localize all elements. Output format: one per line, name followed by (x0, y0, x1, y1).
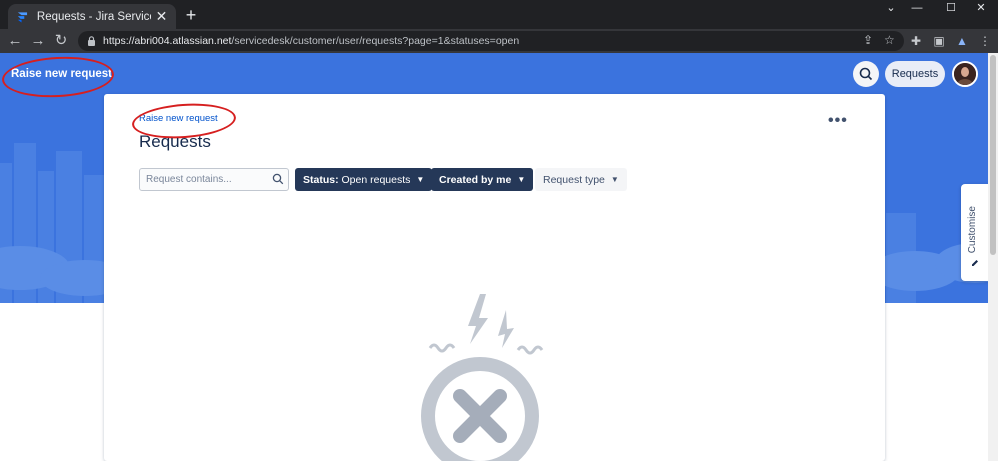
new-tab-icon[interactable]: + (182, 5, 200, 26)
requests-nav-button[interactable]: Requests (885, 61, 945, 87)
search-icon (859, 67, 873, 81)
address-bar[interactable]: https://abri004.atlassian.net/servicedes… (78, 31, 904, 51)
chevron-down-icon: ▼ (416, 175, 425, 184)
close-tab-icon[interactable]: ✕ (155, 8, 168, 25)
lock-icon (88, 36, 95, 46)
browser-tab[interactable]: Requests - Jira Service Managem ✕ (8, 4, 176, 29)
status-filter-value: Open requests (341, 173, 411, 186)
created-by-filter[interactable]: Created by me ▼ (431, 168, 534, 191)
empty-state-icon (421, 294, 544, 461)
header-search-button[interactable] (853, 61, 879, 87)
window-close-icon[interactable]: ✕ (964, 0, 998, 16)
customise-tab[interactable]: Customise (961, 184, 989, 281)
status-filter[interactable]: Status: Open requests ▼ (295, 168, 433, 191)
created-by-label: Created by me (439, 173, 512, 186)
page-title: Requests (139, 132, 211, 151)
bookmark-star-icon[interactable]: ☆ (884, 33, 895, 47)
extensions-icon[interactable]: ✚ (907, 32, 925, 50)
search-icon[interactable] (272, 173, 284, 185)
profile-icon[interactable]: ▲ (953, 32, 971, 50)
forward-icon[interactable]: → (29, 32, 47, 50)
back-icon[interactable]: ← (6, 32, 24, 50)
request-type-filter[interactable]: Request type ▼ (535, 168, 627, 191)
scrollbar-thumb[interactable] (990, 55, 996, 255)
pencil-icon (972, 260, 978, 266)
tab-title: Requests - Jira Service Managem (36, 10, 151, 23)
kebab-icon[interactable]: ⋮ (976, 32, 994, 50)
maximize-icon[interactable]: ☐ (934, 0, 968, 16)
sidepanel-icon[interactable]: ▣ (930, 32, 948, 50)
url-path: /servicedesk/customer/user/requests?page… (231, 35, 520, 47)
reload-icon[interactable]: ↻ (52, 32, 70, 50)
minimize-icon[interactable]: — (900, 0, 934, 16)
chevron-down-icon: ▼ (610, 175, 619, 184)
request-type-label: Request type (543, 173, 605, 186)
requests-card: Raise new request Requests ••• Status: O… (104, 94, 885, 461)
more-icon[interactable]: ••• (828, 112, 848, 130)
browser-tab-strip: Requests - Jira Service Managem ✕ + ⌄ — … (0, 0, 998, 29)
avatar-image (954, 63, 976, 85)
status-filter-label: Status: (303, 173, 339, 186)
chevron-down-icon: ▼ (517, 175, 526, 184)
search-input[interactable] (144, 172, 264, 187)
page-scrollbar[interactable] (988, 53, 998, 461)
share-icon[interactable]: ⇪ (863, 33, 873, 47)
browser-toolbar: ← → ↻ https://abri004.atlassian.net/serv… (0, 29, 998, 53)
request-search-field[interactable] (139, 168, 289, 191)
page: Raise new request Requests Raise new req… (0, 53, 998, 461)
customise-label: Customise (967, 206, 978, 254)
avatar[interactable] (952, 61, 978, 87)
jira-favicon (17, 11, 28, 23)
url-text: https://abri004.atlassian.net/servicedes… (103, 35, 519, 47)
url-host: https://abri004.atlassian.net (103, 35, 232, 47)
